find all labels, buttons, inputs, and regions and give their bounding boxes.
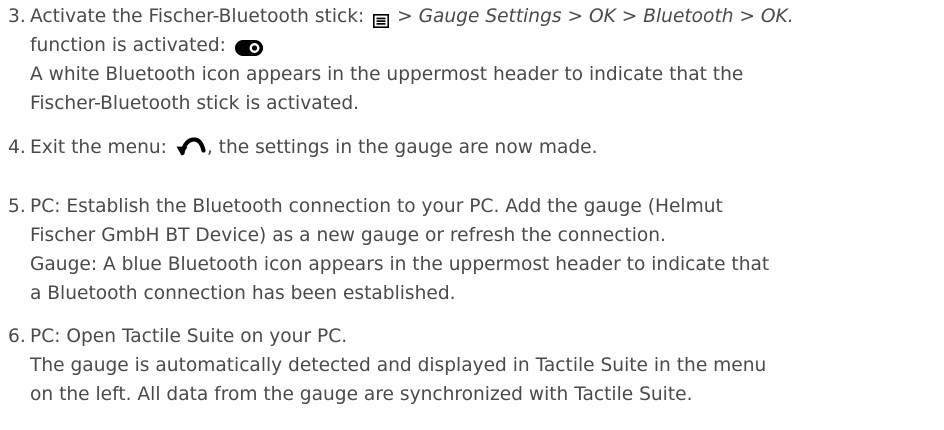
path-separator: > <box>561 6 589 27</box>
step-line: Gauge: A blue Bluetooth icon appears in … <box>30 254 770 275</box>
step-text: Exit the menu: <box>30 137 173 158</box>
step-text: Activate the Fischer-Bluetooth stick: <box>30 6 371 27</box>
step-line: a Bluetooth connection has been establis… <box>30 283 456 304</box>
path-separator: > <box>391 6 419 27</box>
path-ok-final: OK. <box>760 6 794 27</box>
step-body: Exit the menu: , the settings in the gau… <box>30 133 940 162</box>
path-gauge-settings: Gauge Settings <box>418 6 562 27</box>
step-line: A white Bluetooth icon appears in the up… <box>30 64 744 85</box>
step-line: PC: Establish the Bluetooth connection t… <box>30 196 723 217</box>
path-separator: > <box>615 6 644 27</box>
step-line: Activate the Fischer-Bluetooth stick: > … <box>30 2 940 31</box>
path-separator: > <box>733 6 761 27</box>
path-bluetooth: Bluetooth <box>643 6 734 27</box>
step-body: PC: Open Tactile Suite on your PC. The g… <box>30 322 940 409</box>
step-line: Exit the menu: , the settings in the gau… <box>30 133 940 162</box>
back-arrow-icon <box>176 136 206 156</box>
step-number: 3. <box>8 6 26 27</box>
step-line: on the left. All data from the gauge are… <box>30 384 693 405</box>
step-line: The gauge is automatically detected and … <box>30 355 767 376</box>
step-line: Fischer GmbH BT Device) as a new gauge o… <box>30 225 666 246</box>
step-text: function is activated: <box>30 35 232 56</box>
step-text: , the settings in the gauge are now made… <box>206 137 598 158</box>
step-line: Fischer-Bluetooth stick is activated. <box>30 93 360 114</box>
step-line: function is activated: <box>30 31 940 60</box>
step-number: 4. <box>8 137 26 158</box>
step-body: PC: Establish the Bluetooth connection t… <box>30 192 940 308</box>
path-ok: OK <box>589 6 616 27</box>
step-line: PC: Open Tactile Suite on your PC. <box>30 326 348 347</box>
step-number: 5. <box>8 196 26 217</box>
step-body: Activate the Fischer-Bluetooth stick: > … <box>30 2 940 118</box>
menu-icon <box>373 8 390 28</box>
step-number: 6. <box>8 326 26 347</box>
toggle-on-icon <box>234 36 263 56</box>
